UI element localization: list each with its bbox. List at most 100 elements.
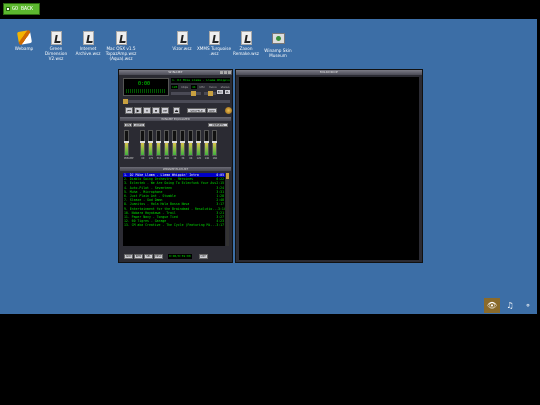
play-button[interactable]: ▶ — [134, 107, 142, 114]
eq-slider-thumb[interactable] — [140, 141, 146, 143]
shade-icon[interactable] — [224, 71, 227, 74]
eq-band-label: 12K — [196, 157, 202, 160]
stop-button[interactable]: ⏹ — [152, 107, 160, 114]
repeat-button[interactable]: REP — [207, 108, 217, 113]
winamp-titlebar[interactable]: WINAMP — [119, 70, 232, 75]
eq-band-1k[interactable]: 1K — [172, 130, 178, 163]
balance-slider[interactable] — [204, 91, 216, 96]
milkdrop-visualization[interactable] — [239, 77, 419, 260]
desktop-icon-webamp[interactable]: Webamp — [6, 29, 42, 51]
desktop-icon-mac-osx[interactable]: Mac OSX v1.5 TopazAmp.wsz (Aqua).wsz — [101, 31, 141, 61]
github-icon[interactable]: ⚬ — [520, 298, 536, 313]
eq-band-12k[interactable]: 12K — [196, 130, 202, 163]
eq-band-3k[interactable]: 3K — [180, 130, 186, 163]
skin-file-icon — [240, 31, 252, 45]
eq-slider-thumb[interactable] — [124, 141, 129, 143]
eq-slider-fill — [141, 143, 145, 155]
next-button[interactable]: ⏭ — [161, 107, 169, 114]
eq-sliders: PREAMP 60 170 310 600 1K 3K 6K 12K 14K 16K — [124, 130, 228, 163]
eq-band-label: 1K — [173, 157, 177, 160]
mono-label: mono — [208, 85, 217, 89]
pl-toggle-button[interactable]: PL — [224, 90, 230, 94]
close-icon[interactable] — [228, 71, 231, 74]
eq-slider-track[interactable] — [172, 130, 178, 156]
balance-thumb[interactable] — [208, 91, 213, 96]
eq-band-14k[interactable]: 14K — [204, 130, 210, 163]
eq-slider-track[interactable] — [164, 130, 170, 156]
eq-slider-track[interactable] — [156, 130, 162, 156]
eq-slider-track[interactable] — [180, 130, 186, 156]
volume-slider[interactable] — [171, 91, 201, 96]
desktop-icon-vizor[interactable]: Vizor.wsz — [164, 31, 200, 51]
eq-band-16k[interactable]: 16K — [212, 130, 218, 163]
eq-band-label: 310 — [156, 157, 162, 160]
minimize-icon[interactable] — [220, 71, 223, 74]
time-readout[interactable]: 0:00 — [138, 81, 150, 87]
eq-toggle-button[interactable]: EQ — [216, 90, 223, 94]
playlist-title: WINAMP PLAYLIST — [120, 167, 231, 171]
playlist-list-button[interactable]: LIST — [198, 253, 208, 259]
desktop-icon-green-dimension[interactable]: Green Dimension V2.wsz — [38, 31, 74, 61]
go-back-button[interactable]: GO BACK — [3, 3, 40, 15]
playlist-tracks: 1. DJ Mike Llama - Llama Whippin' Intro 0… — [123, 173, 225, 246]
eq-slider-thumb[interactable] — [180, 141, 186, 143]
eq-band-60[interactable]: 60 — [140, 130, 146, 163]
eq-auto-button[interactable]: AUTO — [133, 123, 145, 127]
eq-slider-fill — [213, 143, 217, 155]
winamp-logo[interactable] — [225, 107, 232, 114]
eq-band-310[interactable]: 310 — [156, 130, 162, 163]
playlist-scrollbar[interactable] — [226, 173, 229, 246]
playlist-misc-button[interactable]: MISC — [154, 253, 163, 259]
eq-slider-track[interactable] — [140, 130, 146, 156]
eq-slider-track[interactable] — [196, 130, 202, 156]
eq-slider-thumb[interactable] — [204, 141, 210, 143]
eq-slider-track[interactable] — [188, 130, 194, 156]
eq-presets-button[interactable]: PRESETS — [208, 123, 228, 127]
eq-slider-thumb[interactable] — [172, 141, 178, 143]
eq-band-170[interactable]: 170 — [148, 130, 154, 163]
eq-band-6k[interactable]: 6K — [188, 130, 194, 163]
eq-slider-track[interactable] — [204, 130, 210, 156]
eject-button[interactable]: ⏏ — [173, 107, 180, 114]
skin-file-icon — [50, 31, 62, 45]
khz-label: kHz — [199, 85, 205, 89]
eq-slider-thumb[interactable] — [164, 141, 170, 143]
winamp-window: WINAMP 0:00 1. DJ Mike Llama - Llama Whi… — [118, 69, 233, 263]
playlist-remove-button[interactable]: REM — [134, 253, 143, 259]
previous-button[interactable]: ⏮ — [125, 107, 133, 114]
eq-band-600[interactable]: 600 — [164, 130, 170, 163]
eq-band-preamp[interactable]: PREAMP — [124, 130, 133, 163]
desktop-icon-zaxon-remake[interactable]: Zaxon Remake.wsz — [228, 31, 264, 56]
equalizer: WINAMP EQUALIZER ON AUTO PRESETS PREAMP 6… — [120, 117, 231, 165]
eq-slider-thumb[interactable] — [188, 141, 194, 143]
desktop-icon-skin-museum[interactable]: Winamp Skin Museum — [260, 31, 296, 58]
visualizer[interactable] — [126, 89, 166, 93]
playlist: WINAMP PLAYLIST 1. DJ Mike Llama - Llama… — [120, 167, 231, 317]
eq-slider-thumb[interactable] — [156, 141, 162, 143]
desktop-icon-xmms-turquoise[interactable]: XMMS Turquoise .wsz — [196, 31, 232, 56]
icon-label: Webamp — [14, 46, 34, 51]
seek-bar[interactable] — [123, 99, 230, 104]
eq-slider-track[interactable] — [212, 130, 218, 156]
playlist-add-button[interactable]: ADD — [124, 253, 133, 259]
seek-thumb[interactable] — [123, 99, 128, 104]
eye-icon[interactable]: 👁 — [484, 298, 500, 313]
eq-on-button[interactable]: ON — [124, 123, 132, 127]
music-note-icon[interactable]: ♫ — [502, 298, 518, 313]
eq-slider-track[interactable] — [148, 130, 154, 156]
playlist-track[interactable]: 13. CM aka Creative - The Cycle (Featuri… — [123, 223, 225, 227]
volume-thumb[interactable] — [191, 91, 196, 96]
playlist-select-button[interactable]: SEL — [144, 253, 153, 259]
shuffle-button[interactable]: SHUFFLE — [187, 108, 206, 113]
eq-slider-track[interactable] — [124, 130, 129, 156]
pause-button[interactable]: ⏸ — [143, 107, 151, 114]
playlist-scroll-thumb[interactable] — [226, 173, 229, 179]
icon-label: Vizor.wsz — [172, 46, 192, 51]
eq-slider-thumb[interactable] — [148, 141, 154, 143]
khz-value: 44 — [190, 85, 197, 89]
eq-slider-fill — [197, 143, 201, 155]
eq-slider-thumb[interactable] — [196, 141, 202, 143]
milkdrop-titlebar[interactable]: MILKDROP — [236, 70, 422, 75]
eq-slider-thumb[interactable] — [212, 141, 218, 143]
winamp-title: WINAMP — [168, 70, 183, 74]
